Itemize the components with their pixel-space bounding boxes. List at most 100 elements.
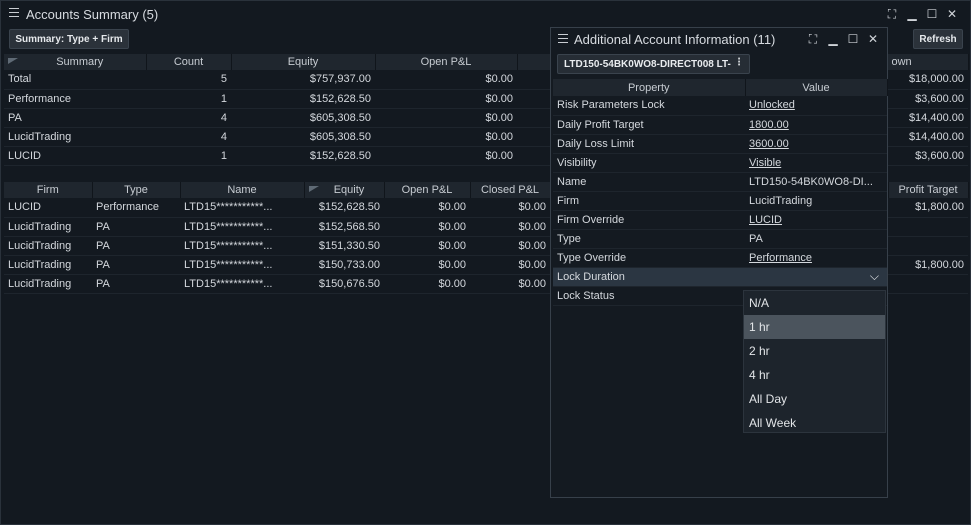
- dropdown-option[interactable]: All Day: [744, 387, 885, 411]
- sort-indicator-icon: [8, 58, 18, 64]
- property-name: Visibility: [553, 153, 745, 173]
- closed-pnl-header[interactable]: Closed P&L: [470, 182, 551, 198]
- expand-icon[interactable]: ⛶: [803, 31, 823, 47]
- property-value[interactable]: Visible: [745, 153, 887, 173]
- property-name: Lock Duration: [553, 267, 745, 287]
- open-pnl-header[interactable]: Open P&L: [384, 182, 471, 198]
- property-value: LTD150-54BK0WO8-DI...: [745, 172, 887, 192]
- cell-profit-target: [888, 274, 968, 294]
- property-name: Type: [553, 229, 745, 249]
- dropdown-option-selected[interactable]: 1 hr: [744, 315, 885, 339]
- chevron-down-icon[interactable]: ⌵: [870, 269, 879, 284]
- property-row: Name LTD150-54BK0WO8-DI...: [553, 172, 887, 192]
- maximize-icon[interactable]: ☐: [843, 31, 863, 47]
- close-icon[interactable]: ✕: [942, 6, 962, 22]
- cell-summary: PA: [4, 108, 146, 128]
- cell-name: LTD15***********...: [180, 274, 304, 294]
- property-value[interactable]: 1800.00: [745, 115, 887, 135]
- lock-duration-select[interactable]: ⌵: [745, 267, 887, 287]
- minimize-icon[interactable]: ▁: [823, 31, 843, 47]
- summary-mode-button[interactable]: Summary: Type + Firm: [9, 29, 129, 49]
- property-value[interactable]: LUCID: [745, 210, 887, 230]
- cell-open-pnl: $0.00: [384, 274, 470, 294]
- dropdown-option[interactable]: 2 hr: [744, 339, 885, 363]
- cell-count: 5: [146, 70, 231, 90]
- account-selector-label: LTD150-54BK0WO8-DIRECT008 LT-: [564, 58, 731, 70]
- cell-count: 1: [146, 89, 231, 109]
- cell-summary: LUCID: [4, 146, 146, 166]
- cell-name: LTD15***********...: [180, 236, 304, 256]
- cell-profit-target: [888, 236, 968, 256]
- dropdown-option[interactable]: All Week: [744, 411, 885, 435]
- cell-drawdown: $14,400.00: [887, 108, 968, 128]
- cell-firm: LucidTrading: [4, 217, 92, 237]
- property-name: Daily Profit Target: [553, 115, 745, 135]
- property-row[interactable]: Type Override Performance: [553, 248, 887, 268]
- property-row: Firm LucidTrading: [553, 191, 887, 211]
- property-row[interactable]: Risk Parameters Lock Unlocked: [553, 96, 887, 116]
- property-row[interactable]: Daily Loss Limit 3600.00: [553, 134, 887, 154]
- cell-equity: $150,676.50: [304, 274, 384, 294]
- window-titlebar: Accounts Summary (5) ⛶ ▁ ☐ ✕: [1, 1, 970, 27]
- open-pnl-header[interactable]: Open P&L: [375, 54, 518, 70]
- cell-drawdown: $3,600.00: [887, 89, 968, 109]
- property-name: Firm Override: [553, 210, 745, 230]
- cell-open-pnl: $0.00: [384, 198, 470, 218]
- refresh-button[interactable]: Refresh: [913, 29, 963, 49]
- property-value[interactable]: Performance: [745, 248, 887, 268]
- property-value[interactable]: Unlocked: [745, 96, 887, 116]
- property-value[interactable]: 3600.00: [745, 134, 887, 154]
- cell-summary: LucidTrading: [4, 127, 146, 147]
- equity-header[interactable]: Equity: [231, 54, 376, 70]
- dropdown-option[interactable]: 4 hr: [744, 363, 885, 387]
- profit-target-header[interactable]: Profit Target: [888, 182, 969, 198]
- cell-name: LTD15***********...: [180, 255, 304, 275]
- equity-header[interactable]: Equity: [304, 182, 385, 198]
- property-name: Daily Loss Limit: [553, 134, 745, 154]
- expand-icon[interactable]: ⛶: [882, 6, 902, 22]
- close-icon[interactable]: ✕: [863, 31, 883, 47]
- cell-drawdown: $3,600.00: [887, 146, 968, 166]
- cell-closed-pnl: $0.00: [470, 198, 550, 218]
- property-row[interactable]: Daily Profit Target 1800.00: [553, 115, 887, 135]
- cell-profit-target: [888, 217, 968, 237]
- cell-firm: LUCID: [4, 198, 92, 218]
- property-value: PA: [745, 229, 887, 249]
- type-header[interactable]: Type: [92, 182, 181, 198]
- maximize-icon[interactable]: ☐: [922, 6, 942, 22]
- property-name: Lock Status: [553, 286, 745, 306]
- cell-drawdown: $14,400.00: [887, 127, 968, 147]
- cell-equity: $150,733.00: [304, 255, 384, 275]
- property-row[interactable]: Firm Override LUCID: [553, 210, 887, 230]
- cell-open-pnl: $0.00: [375, 70, 517, 90]
- account-selector[interactable]: LTD150-54BK0WO8-DIRECT008 LT- ⋮: [557, 54, 750, 74]
- dropdown-option[interactable]: N/A: [744, 291, 885, 315]
- drawdown-header[interactable]: own: [887, 54, 969, 70]
- value-header[interactable]: Value: [745, 79, 888, 96]
- cell-count: 4: [146, 108, 231, 128]
- summary-header[interactable]: Summary: [4, 54, 147, 70]
- cell-open-pnl: $0.00: [384, 255, 470, 275]
- hamburger-menu-icon[interactable]: [9, 8, 19, 19]
- property-row: Type PA: [553, 229, 887, 249]
- lock-duration-dropdown[interactable]: N/A 1 hr 2 hr 4 hr All Day All Week: [743, 290, 886, 433]
- more-options-icon[interactable]: ⋮: [734, 57, 744, 68]
- cell-equity: $152,628.50: [304, 198, 384, 218]
- cell-equity: $152,628.50: [231, 89, 375, 109]
- property-row[interactable]: Visibility Visible: [553, 153, 887, 173]
- minimize-icon[interactable]: ▁: [902, 6, 922, 22]
- sort-indicator-icon: [308, 186, 319, 192]
- cell-open-pnl: $0.00: [375, 146, 517, 166]
- count-header[interactable]: Count: [146, 54, 232, 70]
- cell-closed-pnl: $0.00: [470, 255, 550, 275]
- cell-closed-pnl: $0.00: [470, 217, 550, 237]
- property-value: LucidTrading: [745, 191, 887, 211]
- firm-header[interactable]: Firm: [4, 182, 93, 198]
- property-row-selected[interactable]: Lock Duration ⌵: [553, 267, 887, 287]
- properties-table: Property Value Risk Parameters Lock Unlo…: [553, 79, 888, 306]
- cell-open-pnl: $0.00: [375, 127, 517, 147]
- hamburger-menu-icon[interactable]: [558, 34, 568, 45]
- cell-equity: $152,628.50: [231, 146, 375, 166]
- property-header[interactable]: Property: [553, 79, 746, 96]
- name-header[interactable]: Name: [180, 182, 305, 198]
